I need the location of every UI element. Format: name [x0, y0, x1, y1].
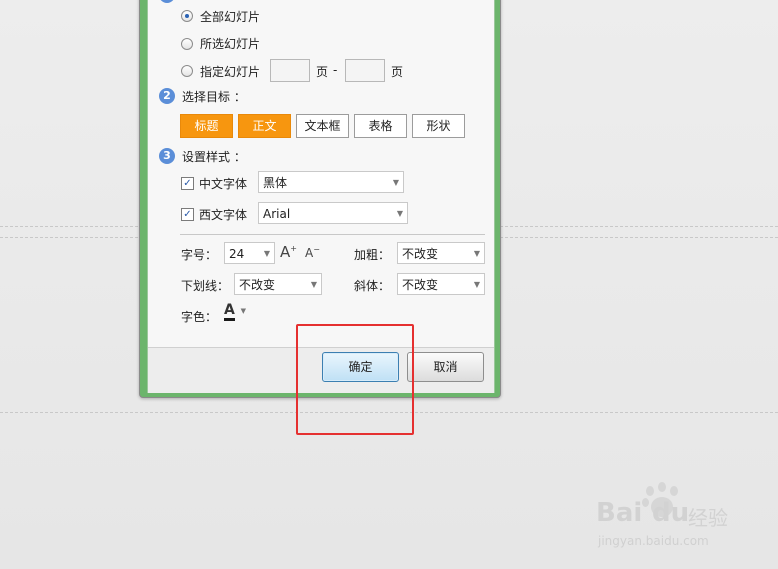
- radio-all-slides-label: 全部幻灯片: [200, 10, 261, 24]
- radio-selected-slides-label: 所选幻灯片: [200, 37, 261, 51]
- target-heading: 选择目标 ：: [182, 90, 246, 104]
- style-heading: 设置样式 ：: [182, 150, 246, 164]
- page-range-separator: -: [333, 63, 338, 77]
- target-textbox-button[interactable]: 文本框: [296, 114, 349, 138]
- italic-select[interactable]: 不改变 ▼: [397, 273, 485, 295]
- chevron-down-icon: ▼: [392, 178, 399, 187]
- west-font-select[interactable]: Arial ▼: [258, 202, 408, 224]
- watermark-brand-right: du: [652, 498, 690, 528]
- font-size-value: 24: [229, 247, 245, 261]
- underline-value: 不改变: [239, 278, 276, 292]
- west-font-checkbox[interactable]: ✓: [181, 208, 194, 221]
- chevron-down-icon: ▼: [310, 280, 317, 289]
- cn-font-label: 中文字体: [199, 177, 248, 191]
- cn-font-value: 黑体: [263, 176, 288, 190]
- watermark-url: jingyan.baidu.com: [598, 534, 709, 548]
- cn-font-select[interactable]: 黑体 ▼: [258, 171, 404, 193]
- bold-value: 不改变: [402, 247, 439, 261]
- radio-specified-slides[interactable]: [181, 65, 193, 77]
- font-size-label: 字号：: [181, 248, 218, 262]
- watermark-suffix: 经验: [688, 506, 728, 530]
- cn-font-checkbox[interactable]: ✓: [181, 177, 194, 190]
- target-body-button[interactable]: 正文: [238, 114, 291, 138]
- page-from-unit: 页: [316, 65, 329, 79]
- target-title-button[interactable]: 标题: [180, 114, 233, 138]
- step-2-badge: 2: [159, 88, 175, 104]
- step-1-badge: [159, 0, 175, 3]
- chevron-down-icon: ▼: [396, 209, 403, 218]
- west-font-value: Arial: [263, 207, 291, 221]
- page-to-input[interactable]: [345, 59, 385, 82]
- bold-select[interactable]: 不改变 ▼: [397, 242, 485, 264]
- page-to-unit: 页: [391, 65, 404, 79]
- radio-specified-slides-label: 指定幻灯片: [200, 65, 261, 79]
- step-3-badge: 3: [159, 148, 175, 164]
- chevron-down-icon: ▼: [473, 249, 480, 258]
- underline-label: 下划线：: [181, 279, 230, 293]
- radio-all-slides[interactable]: [181, 10, 193, 22]
- font-size-select[interactable]: 24 ▼: [224, 242, 275, 264]
- italic-label: 斜体：: [354, 279, 391, 293]
- cancel-button[interactable]: 取消: [407, 352, 484, 382]
- bold-label: 加粗：: [354, 248, 391, 262]
- target-table-button[interactable]: 表格: [354, 114, 407, 138]
- west-font-label: 西文字体: [199, 208, 248, 222]
- font-color-picker[interactable]: A ▼: [224, 302, 246, 321]
- section-divider: [180, 234, 485, 235]
- italic-value: 不改变: [402, 278, 439, 292]
- font-color-icon: A: [224, 302, 235, 321]
- font-color-label: 字色：: [181, 310, 218, 324]
- radio-selected-slides[interactable]: [181, 38, 193, 50]
- target-shape-button[interactable]: 形状: [412, 114, 465, 138]
- chevron-down-icon: ▼: [473, 280, 480, 289]
- watermark-brand-left: Bai: [596, 498, 643, 528]
- annotation-highlight-box: [296, 324, 414, 435]
- underline-select[interactable]: 不改变 ▼: [234, 273, 322, 295]
- chevron-down-icon: ▼: [263, 249, 270, 258]
- chevron-down-icon: ▼: [240, 306, 247, 315]
- page-from-input[interactable]: [270, 59, 310, 82]
- shrink-font-icon[interactable]: A−: [305, 245, 320, 260]
- grow-font-icon[interactable]: A+: [280, 243, 297, 261]
